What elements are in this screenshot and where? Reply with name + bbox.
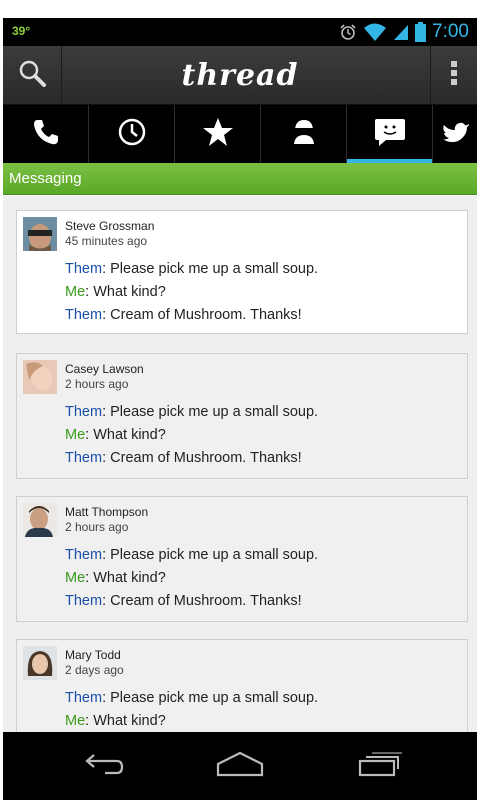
tab-bar <box>3 105 477 163</box>
contact-name: Steve Grossman <box>65 219 155 233</box>
message-text: Please pick me up a small soup. <box>110 547 319 563</box>
message-text: Cream of Mushroom. Thanks! <box>110 307 302 323</box>
sender-label: Them <box>65 307 103 323</box>
contact-name: Casey Lawson <box>65 362 144 376</box>
phone-icon <box>31 117 61 152</box>
message-line: Me: What kind? <box>65 710 459 732</box>
search-button[interactable] <box>3 46 62 104</box>
back-icon <box>81 751 125 782</box>
sender-separator: : <box>102 307 111 323</box>
contact-icon <box>289 117 319 152</box>
sender-separator: : <box>85 713 94 729</box>
tab-recent[interactable] <box>89 105 176 163</box>
conversation-time: 2 hours ago <box>65 377 129 391</box>
conversation-time: 45 minutes ago <box>65 234 148 248</box>
tab-favorites[interactable] <box>175 105 262 163</box>
search-icon <box>18 59 46 92</box>
conversation-card[interactable]: Matt Thompson 2 hours ago Them: Please p… <box>16 496 468 622</box>
tab-messaging[interactable] <box>347 105 434 163</box>
sender-separator: : <box>102 261 111 277</box>
sender-separator: : <box>102 547 111 563</box>
conversation-time: 2 hours ago <box>65 520 129 534</box>
message-line: Them: Cream of Mushroom. Thanks! <box>65 447 459 470</box>
phone-frame: 39° 7:00 thread Messaging Steve Grossman… <box>0 0 480 800</box>
clock-icon <box>117 117 147 152</box>
message-icon <box>373 117 407 152</box>
conversation-card[interactable]: Mary Todd 2 days ago Them: Please pick m… <box>16 639 468 732</box>
sender-separator: : <box>102 593 111 609</box>
message-line: Me: What kind? <box>65 424 459 447</box>
wifi-icon <box>363 22 387 42</box>
message-text: Cream of Mushroom. Thanks! <box>110 450 302 466</box>
navigation-bar <box>3 732 477 800</box>
avatar <box>23 360 57 394</box>
message-text: Please pick me up a small soup. <box>110 261 319 277</box>
status-bar: 39° 7:00 <box>3 18 477 46</box>
tab-calls[interactable] <box>3 105 90 163</box>
recent-apps-button[interactable] <box>349 746 409 786</box>
overflow-menu-button[interactable] <box>430 46 477 104</box>
tab-twitter[interactable] <box>433 105 477 163</box>
sender-separator: : <box>85 284 94 300</box>
message-text: What kind? <box>93 427 166 443</box>
sender-label: Them <box>65 450 103 466</box>
star-icon <box>202 116 234 153</box>
conversation-list[interactable]: Steve Grossman 45 minutes ago Them: Plea… <box>3 196 477 732</box>
message-line: Them: Please pick me up a small soup. <box>65 544 459 567</box>
sender-label: Them <box>65 547 103 563</box>
message-line: Me: What kind? <box>65 567 459 590</box>
back-button[interactable] <box>73 746 133 786</box>
avatar <box>23 217 57 251</box>
sender-separator: : <box>85 427 94 443</box>
message-line: Them: Please pick me up a small soup. <box>65 258 459 281</box>
sender-separator: : <box>102 450 111 466</box>
battery-icon <box>415 22 427 42</box>
sender-label: Them <box>65 593 103 609</box>
alarm-icon <box>339 23 357 41</box>
section-header: Messaging <box>3 163 477 195</box>
message-line: Them: Cream of Mushroom. Thanks! <box>65 304 459 327</box>
avatar <box>23 503 57 537</box>
sender-label: Me <box>65 570 86 586</box>
signal-icon <box>393 23 409 41</box>
sender-label: Them <box>65 690 103 706</box>
sender-separator: : <box>85 570 94 586</box>
home-icon <box>215 751 265 782</box>
conversation-card[interactable]: Casey Lawson 2 hours ago Them: Please pi… <box>16 353 468 479</box>
twitter-icon <box>441 117 471 152</box>
temperature-indicator: 39° <box>12 24 31 38</box>
action-bar: thread <box>3 46 477 105</box>
app-screen: 39° 7:00 thread Messaging Steve Grossman… <box>3 18 477 800</box>
message-text: What kind? <box>93 570 166 586</box>
message-text: Please pick me up a small soup. <box>110 404 319 420</box>
sender-label: Them <box>65 404 103 420</box>
message-text: Please pick me up a small soup. <box>110 690 319 706</box>
message-text: Cream of Mushroom. Thanks! <box>110 593 302 609</box>
sender-separator: : <box>102 404 111 420</box>
message-text: What kind? <box>93 284 166 300</box>
avatar <box>23 646 57 680</box>
contact-name: Matt Thompson <box>65 505 149 519</box>
message-line: Them: Please pick me up a small soup. <box>65 401 459 424</box>
message-line: Me: What kind? <box>65 281 459 304</box>
sender-label: Me <box>65 284 86 300</box>
sender-label: Me <box>65 713 86 729</box>
conversation-time: 2 days ago <box>65 663 124 677</box>
recent-apps-icon <box>356 751 402 782</box>
conversation-card[interactable]: Steve Grossman 45 minutes ago Them: Plea… <box>16 210 468 334</box>
message-text: What kind? <box>93 713 166 729</box>
contact-name: Mary Todd <box>65 648 121 662</box>
clock-time: 7:00 <box>432 21 469 42</box>
overflow-menu-icon <box>450 59 458 92</box>
app-title: thread <box>181 57 299 93</box>
sender-label: Me <box>65 427 86 443</box>
sender-separator: : <box>102 690 111 706</box>
sender-label: Them <box>65 261 103 277</box>
message-line: Them: Please pick me up a small soup. <box>65 687 459 710</box>
tab-contacts[interactable] <box>261 105 348 163</box>
home-button[interactable] <box>210 746 270 786</box>
message-line: Them: Cream of Mushroom. Thanks! <box>65 590 459 613</box>
